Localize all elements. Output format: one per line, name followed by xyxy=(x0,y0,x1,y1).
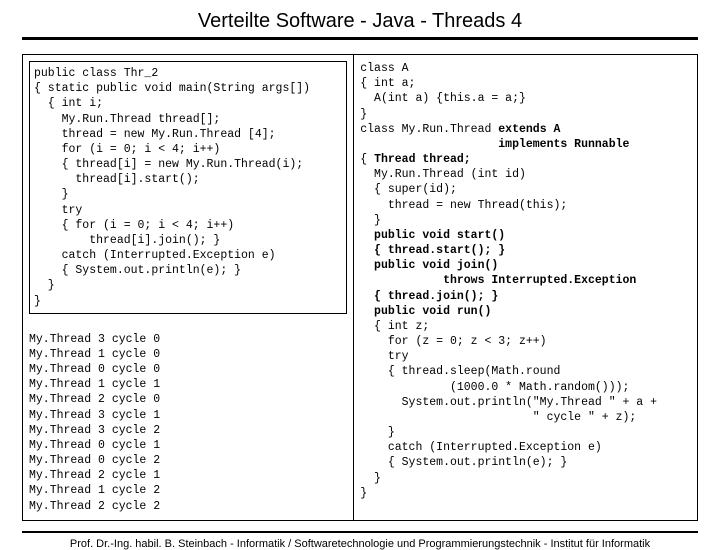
right-column: class A { int a; A(int a) {this.a = a;} … xyxy=(353,55,697,520)
left-code: public class Thr_2 { static public void … xyxy=(34,66,342,309)
page-footer: Prof. Dr.-Ing. habil. B. Steinbach - Inf… xyxy=(22,531,698,550)
left-output: My.Thread 3 cycle 0 My.Thread 1 cycle 0 … xyxy=(29,332,347,514)
left-column: public class Thr_2 { static public void … xyxy=(23,55,353,520)
right-code: class A { int a; A(int a) {this.a = a;} … xyxy=(360,61,691,501)
page-title: Verteilte Software - Java - Threads 4 xyxy=(22,10,698,40)
left-code-box: public class Thr_2 { static public void … xyxy=(29,61,347,314)
content-area: public class Thr_2 { static public void … xyxy=(22,54,698,521)
